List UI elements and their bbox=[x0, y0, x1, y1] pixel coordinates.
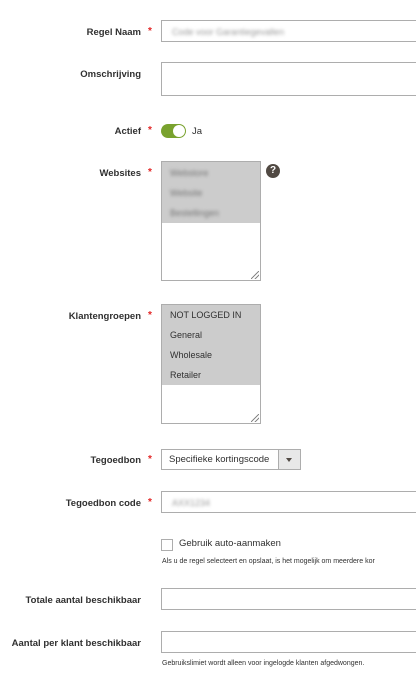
resize-handle-icon[interactable] bbox=[251, 414, 259, 422]
customer-group-option[interactable]: Retailer bbox=[162, 365, 260, 385]
dropdown-arrow-button[interactable] bbox=[278, 450, 300, 469]
uses-per-customer-input[interactable] bbox=[161, 631, 416, 653]
uses-per-coupon-label: Totale aantal beschikbaar bbox=[25, 595, 141, 606]
toggle-knob bbox=[173, 125, 185, 137]
uses-per-customer-note: Gebruikslimiet wordt alleen voor ingelog… bbox=[162, 660, 365, 667]
websites-multiselect[interactable]: Webstore Website Bestellingen bbox=[161, 161, 261, 281]
auto-generate-label: Gebruik auto-aanmaken bbox=[179, 538, 281, 549]
required-mark: * bbox=[148, 454, 152, 465]
coupon-code-value: AXX1234 bbox=[172, 498, 211, 508]
auto-generate-note: Als u de regel selecteert en opslaat, is… bbox=[162, 558, 375, 565]
chevron-down-icon bbox=[286, 458, 292, 462]
rule-name-input[interactable]: Code voor Garantiegevallen bbox=[161, 20, 416, 42]
customer-groups-selected-block: NOT LOGGED IN General Wholesale Retailer bbox=[162, 305, 260, 385]
active-value-label: Ja bbox=[192, 126, 203, 137]
customer-group-option[interactable]: General bbox=[162, 325, 260, 345]
coupon-code-label: Tegoedbon code bbox=[65, 498, 141, 509]
customer-groups-label: Klantengroepen bbox=[68, 311, 141, 322]
required-mark: * bbox=[148, 26, 152, 37]
uses-per-coupon-input[interactable] bbox=[161, 588, 416, 610]
required-mark: * bbox=[148, 125, 152, 136]
coupon-code-input[interactable]: AXX1234 bbox=[161, 491, 416, 513]
required-mark: * bbox=[148, 167, 152, 178]
rule-name-label: Regel Naam bbox=[86, 27, 141, 38]
coupon-select[interactable]: Specifieke kortingscode bbox=[161, 449, 301, 470]
description-label: Omschrijving bbox=[80, 69, 141, 80]
auto-generate-checkbox[interactable] bbox=[161, 539, 173, 551]
active-toggle[interactable] bbox=[161, 124, 186, 138]
rule-name-value: Code voor Garantiegevallen bbox=[172, 27, 285, 37]
description-textarea[interactable] bbox=[161, 62, 416, 96]
help-icon[interactable]: ? bbox=[266, 164, 280, 178]
customer-groups-multiselect[interactable]: NOT LOGGED IN General Wholesale Retailer bbox=[161, 304, 261, 424]
websites-option[interactable]: Website bbox=[162, 183, 260, 203]
websites-selected-block: Webstore Website Bestellingen bbox=[162, 162, 260, 223]
uses-per-customer-label: Aantal per klant beschikbaar bbox=[11, 638, 141, 649]
websites-option[interactable]: Bestellingen bbox=[162, 203, 260, 223]
active-label: Actief bbox=[114, 126, 141, 137]
required-mark: * bbox=[148, 310, 152, 321]
coupon-selected-value: Specifieke kortingscode bbox=[169, 454, 270, 465]
websites-label: Websites bbox=[99, 168, 141, 179]
coupon-label: Tegoedbon bbox=[90, 455, 141, 466]
customer-group-option[interactable]: Wholesale bbox=[162, 345, 260, 365]
required-mark: * bbox=[148, 497, 152, 508]
resize-handle-icon[interactable] bbox=[251, 271, 259, 279]
customer-group-option[interactable]: NOT LOGGED IN bbox=[162, 305, 260, 325]
websites-option[interactable]: Webstore bbox=[162, 163, 260, 183]
